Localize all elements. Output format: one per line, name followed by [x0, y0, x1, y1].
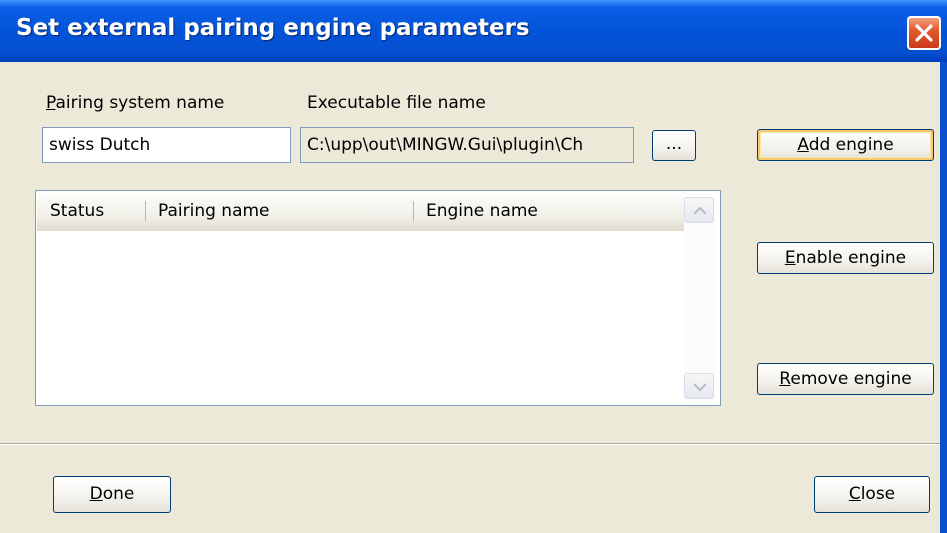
- list-body[interactable]: [37, 231, 684, 405]
- horizontal-divider: [0, 443, 940, 445]
- window-frame-edge: [940, 62, 947, 533]
- enable-engine-button[interactable]: Enable engine: [757, 242, 934, 274]
- window-title: Set external pairing engine parameters: [16, 15, 530, 41]
- close-window-button[interactable]: [907, 16, 941, 50]
- column-engine-name[interactable]: Engine name: [426, 201, 538, 221]
- chevron-up-icon: [693, 206, 707, 215]
- scroll-up-button[interactable]: [684, 197, 714, 223]
- executable-file-label: Executable file name: [307, 93, 486, 113]
- column-pairing-name[interactable]: Pairing name: [158, 201, 270, 221]
- pairing-system-label: Pairing system name: [46, 93, 225, 113]
- done-button[interactable]: Done: [53, 476, 171, 513]
- column-divider[interactable]: [413, 201, 414, 221]
- chevron-down-icon: [693, 383, 707, 392]
- engine-list[interactable]: Status Pairing name Engine name: [35, 190, 721, 406]
- executable-file-field[interactable]: C:\upp\out\MINGW.Gui\plugin\Ch: [300, 127, 634, 163]
- browse-button[interactable]: ...: [652, 130, 696, 161]
- column-status[interactable]: Status: [50, 201, 104, 221]
- list-header: Status Pairing name Engine name: [37, 192, 684, 231]
- remove-engine-button[interactable]: Remove engine: [757, 363, 934, 395]
- dialog-window: Set external pairing engine parameters P…: [0, 0, 947, 533]
- close-button[interactable]: Close: [814, 476, 930, 513]
- pairing-system-input[interactable]: swiss Dutch: [42, 127, 291, 163]
- column-divider[interactable]: [145, 201, 146, 221]
- list-scrollbar[interactable]: [684, 197, 716, 402]
- title-bar[interactable]: Set external pairing engine parameters: [0, 0, 947, 62]
- scroll-down-button[interactable]: [684, 373, 714, 399]
- close-icon: [915, 24, 933, 42]
- add-engine-button[interactable]: Add engine: [757, 129, 934, 161]
